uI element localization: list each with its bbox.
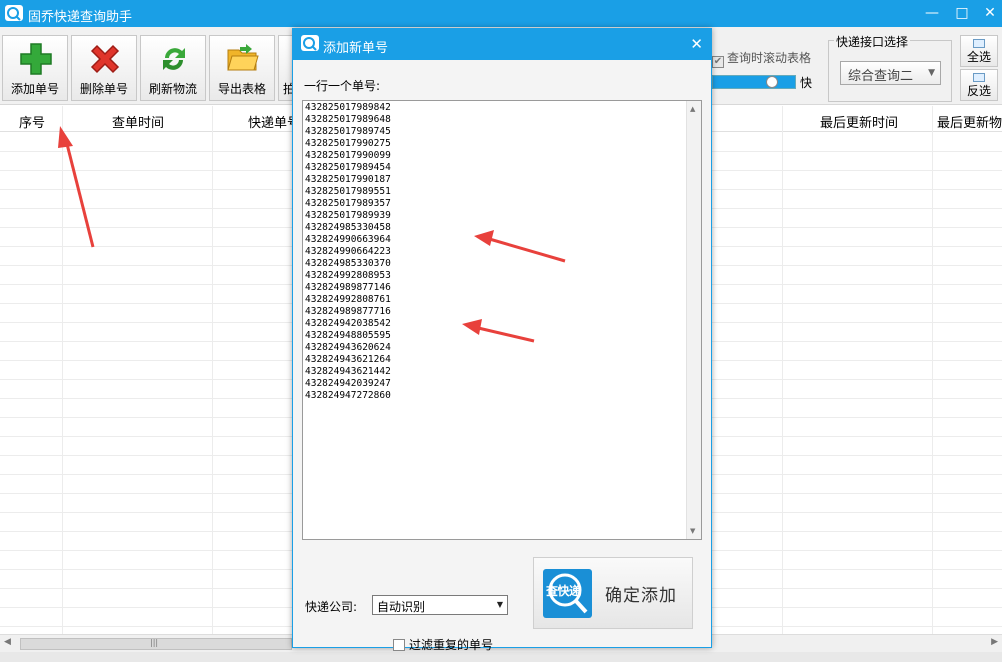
annotation-arrow [58,126,95,248]
annotation-arrow [462,319,535,343]
annotation-arrow [474,230,566,263]
annotation-arrows [58,126,566,343]
